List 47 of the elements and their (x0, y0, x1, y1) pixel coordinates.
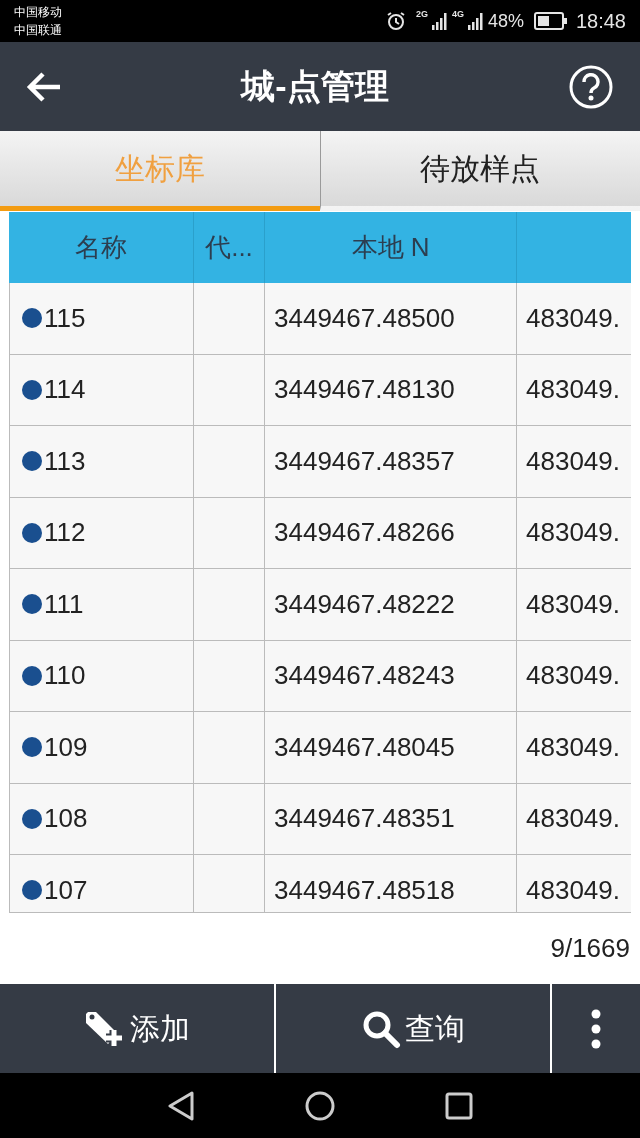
signal-icon (431, 12, 448, 30)
table-cell-text: 107 (44, 873, 88, 907)
network-type: 2G (415, 8, 428, 21)
clock-time: 18:48 (575, 9, 626, 34)
table-cell-text: 483049. (525, 587, 621, 621)
more-icon (590, 1008, 602, 1049)
table-cell-text: 483049. (525, 516, 621, 550)
add-button[interactable]: 添加 (0, 984, 274, 1073)
table-cell: 3449467.48222 (265, 569, 517, 640)
page-title: 城-点管理 (241, 66, 389, 107)
table-cell-text: 111 (44, 587, 84, 621)
back-icon[interactable] (167, 1090, 195, 1121)
table-cell-text: 483049. (525, 873, 621, 907)
table-cell-text: 483049. (525, 730, 621, 764)
table-cell-text: 114 (44, 373, 86, 407)
alarm-icon (385, 11, 406, 31)
table-cell-text: 483049. (525, 659, 621, 693)
table-cell-text: 109 (44, 730, 88, 764)
table-cell: 3449467.48357 (265, 426, 517, 497)
table-cell: 3449467.48500 (265, 283, 517, 354)
battery-percent: 48% (487, 9, 524, 33)
carrier-name: 中国移动 (14, 4, 62, 21)
table-cell-text: 108 (44, 802, 88, 836)
carrier-name: 中国联通 (14, 22, 62, 39)
table-cell-text: 483049. (525, 373, 621, 407)
home-icon[interactable] (305, 1090, 335, 1121)
table-cell-text: 112 (44, 516, 86, 550)
table-cell-text: 483049. (525, 301, 621, 335)
network-type: 4G (451, 8, 464, 21)
table-cell: 3449467.48243 (265, 640, 517, 711)
battery-icon (533, 12, 568, 30)
signal-icon (467, 12, 484, 30)
table-cell-text: 110 (44, 659, 86, 693)
table-cell-text: 113 (44, 444, 86, 478)
help-icon[interactable] (568, 63, 614, 110)
table-cell: 3449467.48266 (265, 497, 517, 568)
table-cell: 3449467.48518 (265, 855, 517, 912)
table-cell-text: 483049. (525, 802, 621, 836)
recents-icon[interactable] (445, 1091, 473, 1120)
table-cell-text: 483049. (525, 444, 621, 478)
table-cell: 3449467.48351 (265, 783, 517, 854)
back-arrow-icon[interactable] (26, 70, 62, 103)
table-cell-text: 115 (44, 301, 86, 335)
tab[interactable]: 待放样点 (319, 131, 640, 211)
table-cell: 3449467.48045 (265, 712, 517, 783)
page-counter: 9/1669 (550, 932, 630, 965)
table-cell: 3449467.48130 (265, 354, 517, 425)
